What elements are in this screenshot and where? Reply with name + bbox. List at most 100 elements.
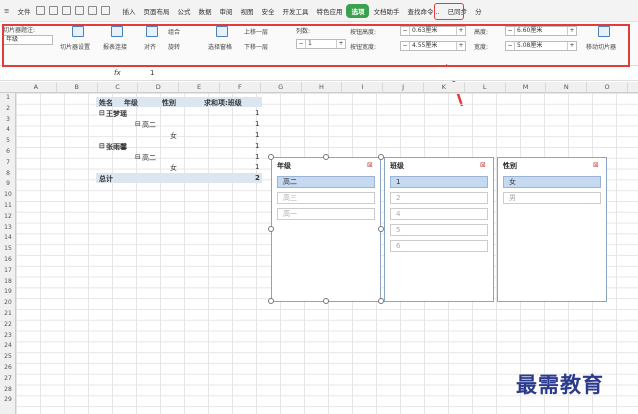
tab-doc-assistant[interactable]: 文档助手 bbox=[369, 6, 403, 16]
slicer-item[interactable]: 高一 bbox=[277, 208, 375, 220]
file-menu[interactable]: 文件 bbox=[13, 6, 34, 16]
resize-handle[interactable] bbox=[378, 226, 384, 232]
expand-icon[interactable]: ⊟ bbox=[135, 153, 141, 161]
row-header[interactable]: 13 bbox=[0, 223, 16, 234]
tab-review[interactable]: 审阅 bbox=[215, 6, 236, 16]
tab-data[interactable]: 数据 bbox=[194, 6, 215, 16]
column-header[interactable]: O bbox=[587, 82, 628, 93]
column-header[interactable]: M bbox=[506, 82, 547, 93]
slicer-title: 班级 bbox=[390, 162, 404, 170]
resize-handle[interactable] bbox=[378, 298, 384, 304]
row-header[interactable]: 21 bbox=[0, 309, 16, 320]
column-header[interactable]: H bbox=[302, 82, 343, 93]
row-header[interactable]: 19 bbox=[0, 287, 16, 298]
resize-handle[interactable] bbox=[268, 226, 274, 232]
row-header[interactable]: 3 bbox=[0, 115, 16, 126]
column-header[interactable]: D bbox=[138, 82, 180, 93]
resize-handle[interactable] bbox=[323, 154, 329, 160]
column-header[interactable]: B bbox=[57, 82, 98, 93]
expand-icon[interactable]: ⊟ bbox=[99, 142, 105, 150]
slicer-grade[interactable]: 年级 ⊠ 高二 高三 高一 bbox=[271, 157, 381, 302]
pivot-total-label: 总计 bbox=[99, 175, 113, 183]
pivot-header-gender[interactable]: 性别 bbox=[162, 98, 176, 108]
row-header[interactable]: 14 bbox=[0, 233, 16, 244]
tab-view[interactable]: 视图 bbox=[236, 6, 257, 16]
row-header[interactable]: 16 bbox=[0, 255, 16, 266]
tab-security[interactable]: 安全 bbox=[257, 6, 278, 16]
row-header[interactable]: 17 bbox=[0, 266, 16, 277]
slicer-class[interactable]: 班级 ⊠ 1 2 4 5 6 bbox=[384, 157, 494, 302]
row-header[interactable]: 15 bbox=[0, 244, 16, 255]
resize-handle[interactable] bbox=[268, 154, 274, 160]
row-header[interactable]: 9 bbox=[0, 179, 16, 190]
tab-insert[interactable]: 插入 bbox=[118, 6, 139, 16]
slicer-item[interactable]: 5 bbox=[390, 224, 488, 236]
clear-filter-icon[interactable]: ⊠ bbox=[593, 161, 601, 169]
row-header[interactable]: 5 bbox=[0, 136, 16, 147]
row-header[interactable]: 23 bbox=[0, 331, 16, 342]
slicer-item[interactable]: 6 bbox=[390, 240, 488, 252]
column-header[interactable]: J bbox=[383, 82, 424, 93]
pivot-header-grade[interactable]: 年级 bbox=[124, 98, 138, 108]
resize-handle[interactable] bbox=[323, 298, 329, 304]
row-header[interactable]: 24 bbox=[0, 341, 16, 352]
column-header[interactable]: C bbox=[98, 82, 139, 93]
tab-page-layout[interactable]: 页面布局 bbox=[139, 6, 173, 16]
row-header[interactable]: 12 bbox=[0, 212, 16, 223]
row-header[interactable]: 8 bbox=[0, 169, 16, 180]
fx-icon[interactable]: fx bbox=[114, 69, 121, 77]
row-header[interactable]: 1 bbox=[0, 93, 16, 104]
row-header[interactable]: 6 bbox=[0, 147, 16, 158]
row-header[interactable]: 25 bbox=[0, 352, 16, 363]
preview-icon[interactable] bbox=[75, 6, 85, 15]
row-header[interactable]: 18 bbox=[0, 277, 16, 288]
slicer-item[interactable]: 女 bbox=[503, 176, 601, 188]
slicer-item[interactable]: 1 bbox=[390, 176, 488, 188]
row-header[interactable]: 27 bbox=[0, 374, 16, 385]
resize-handle[interactable] bbox=[378, 154, 384, 160]
clear-filter-icon[interactable]: ⊠ bbox=[367, 161, 375, 169]
row-header[interactable]: 4 bbox=[0, 125, 16, 136]
row-header[interactable]: 20 bbox=[0, 298, 16, 309]
slicer-item[interactable]: 男 bbox=[503, 192, 601, 204]
column-header[interactable]: K bbox=[424, 82, 465, 93]
pivot-header-name[interactable]: 姓名 bbox=[99, 98, 113, 108]
column-header[interactable]: N bbox=[546, 82, 588, 93]
row-header[interactable]: 26 bbox=[0, 363, 16, 374]
slicer-item[interactable]: 高二 bbox=[277, 176, 375, 188]
redo-icon[interactable] bbox=[101, 6, 111, 15]
row-header[interactable]: 2 bbox=[0, 104, 16, 115]
row-header[interactable]: 22 bbox=[0, 320, 16, 331]
tab-options[interactable]: 选项 bbox=[346, 3, 370, 18]
column-header[interactable]: I bbox=[342, 82, 384, 93]
save-icon[interactable] bbox=[36, 6, 46, 15]
row-header[interactable]: 29 bbox=[0, 395, 16, 406]
row-header[interactable]: 28 bbox=[0, 385, 16, 396]
undo-icon[interactable] bbox=[88, 6, 98, 15]
resize-handle[interactable] bbox=[268, 298, 274, 304]
row-header[interactable]: 7 bbox=[0, 158, 16, 169]
column-header[interactable]: F bbox=[220, 82, 261, 93]
column-header[interactable]: L bbox=[465, 82, 506, 93]
column-header[interactable]: G bbox=[261, 82, 302, 93]
tab-formula[interactable]: 公式 bbox=[173, 6, 194, 16]
clear-filter-icon[interactable]: ⊠ bbox=[480, 161, 488, 169]
slicer-item[interactable]: 高三 bbox=[277, 192, 375, 204]
column-header[interactable]: E bbox=[179, 82, 220, 93]
hamburger-menu-icon[interactable]: ≡ bbox=[0, 7, 13, 15]
row-header[interactable]: 10 bbox=[0, 190, 16, 201]
expand-icon[interactable]: ⊟ bbox=[99, 109, 105, 117]
tab-features[interactable]: 特色应用 bbox=[312, 6, 346, 16]
share-button[interactable]: 分 bbox=[471, 6, 486, 16]
slicer-item[interactable]: 4 bbox=[390, 208, 488, 220]
column-header[interactable]: A bbox=[16, 82, 57, 93]
slicer-item[interactable]: 2 bbox=[390, 192, 488, 204]
export-icon[interactable] bbox=[49, 6, 59, 15]
row-header[interactable]: 11 bbox=[0, 201, 16, 212]
slicer-gender[interactable]: 性别 ⊠ 女男 bbox=[497, 157, 607, 302]
pivot-header-sum[interactable]: 求和项:班级 bbox=[204, 98, 242, 108]
expand-icon[interactable]: ⊟ bbox=[135, 120, 141, 128]
formula-input[interactable]: 1 bbox=[150, 69, 154, 77]
print-icon[interactable] bbox=[62, 6, 72, 15]
tab-developer[interactable]: 开发工具 bbox=[278, 6, 312, 16]
